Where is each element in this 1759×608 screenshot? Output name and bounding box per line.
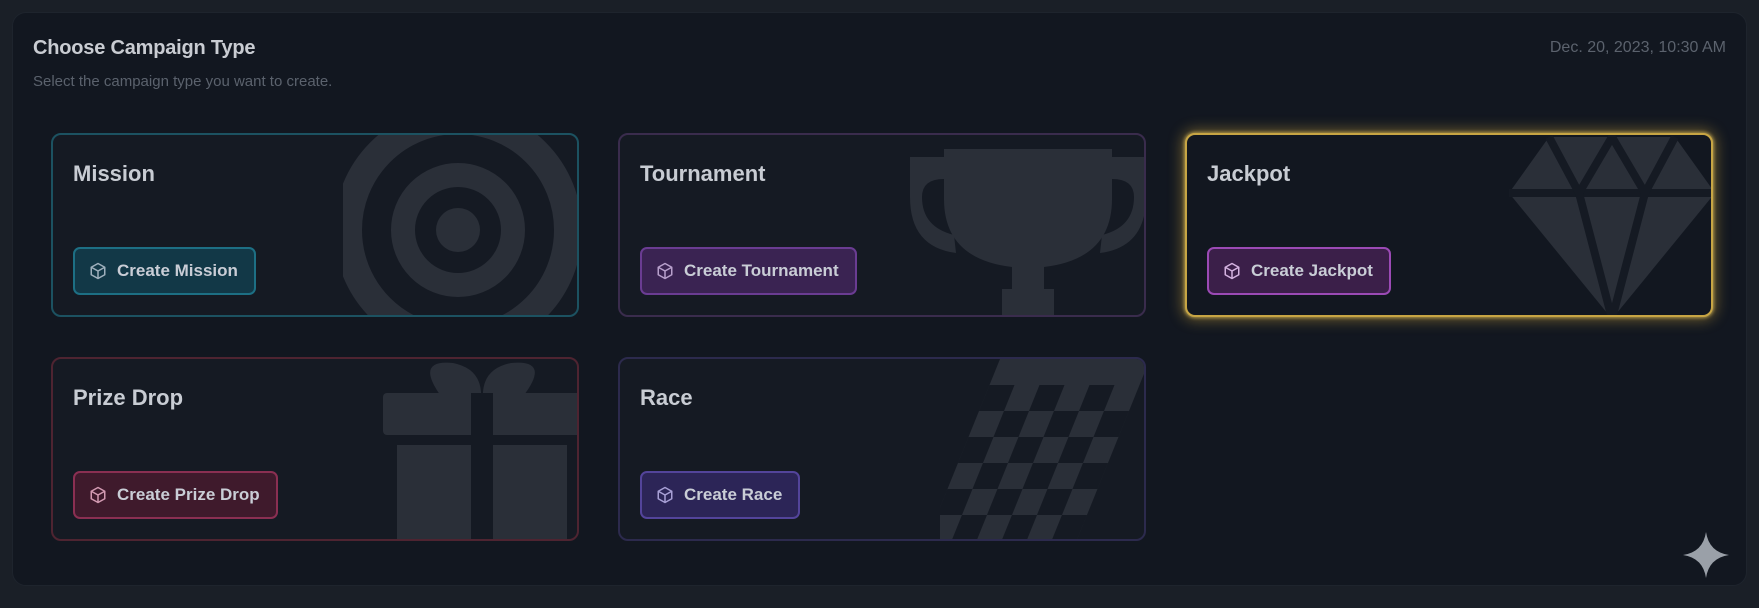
cube-icon (90, 262, 106, 280)
create-mission-button[interactable]: Create Mission (73, 247, 256, 295)
trophy-icon (910, 149, 1144, 315)
create-prize-drop-button[interactable]: Create Prize Drop (73, 471, 278, 519)
diamond-icon (1509, 135, 1711, 315)
create-race-button[interactable]: Create Race (640, 471, 801, 519)
card-title: Mission (73, 161, 155, 186)
campaign-card-tournament[interactable]: Tournament Create Tournament (618, 133, 1146, 317)
gift-icon (383, 362, 577, 539)
campaign-card-prize-drop[interactable]: Prize Drop Create Prize Drop (51, 357, 579, 541)
cube-icon (657, 486, 673, 504)
target-icon (343, 135, 577, 315)
button-label: Create Tournament (684, 261, 839, 280)
cube-icon (90, 486, 106, 504)
campaign-card-jackpot[interactable]: Jackpot Create Jackpot (1185, 133, 1713, 317)
button-label: Create Jackpot (1251, 261, 1373, 280)
sparkle-icon (1683, 532, 1729, 578)
create-jackpot-button[interactable]: Create Jackpot (1207, 247, 1391, 295)
checkered-flag-icon (940, 359, 1144, 539)
card-title: Prize Drop (73, 385, 184, 410)
button-label: Create Race (684, 485, 783, 504)
button-label: Create Prize Drop (117, 485, 260, 504)
campaign-card-race[interactable]: Race Create Race (618, 357, 1146, 541)
card-title: Jackpot (1207, 161, 1291, 186)
page-subtitle: Select the campaign type you want to cre… (33, 73, 333, 90)
card-title: Race (640, 385, 693, 410)
cube-icon (657, 262, 673, 280)
button-label: Create Mission (117, 261, 238, 280)
cube-icon (1224, 262, 1240, 280)
campaign-type-panel: Choose Campaign Type Select the campaign… (12, 12, 1747, 586)
timestamp: Dec. 20, 2023, 10:30 AM (1549, 39, 1726, 56)
card-title: Tournament (640, 161, 766, 186)
create-tournament-button[interactable]: Create Tournament (640, 247, 857, 295)
campaign-card-mission[interactable]: Mission Create Mission (51, 133, 579, 317)
page-title: Choose Campaign Type (33, 37, 256, 59)
